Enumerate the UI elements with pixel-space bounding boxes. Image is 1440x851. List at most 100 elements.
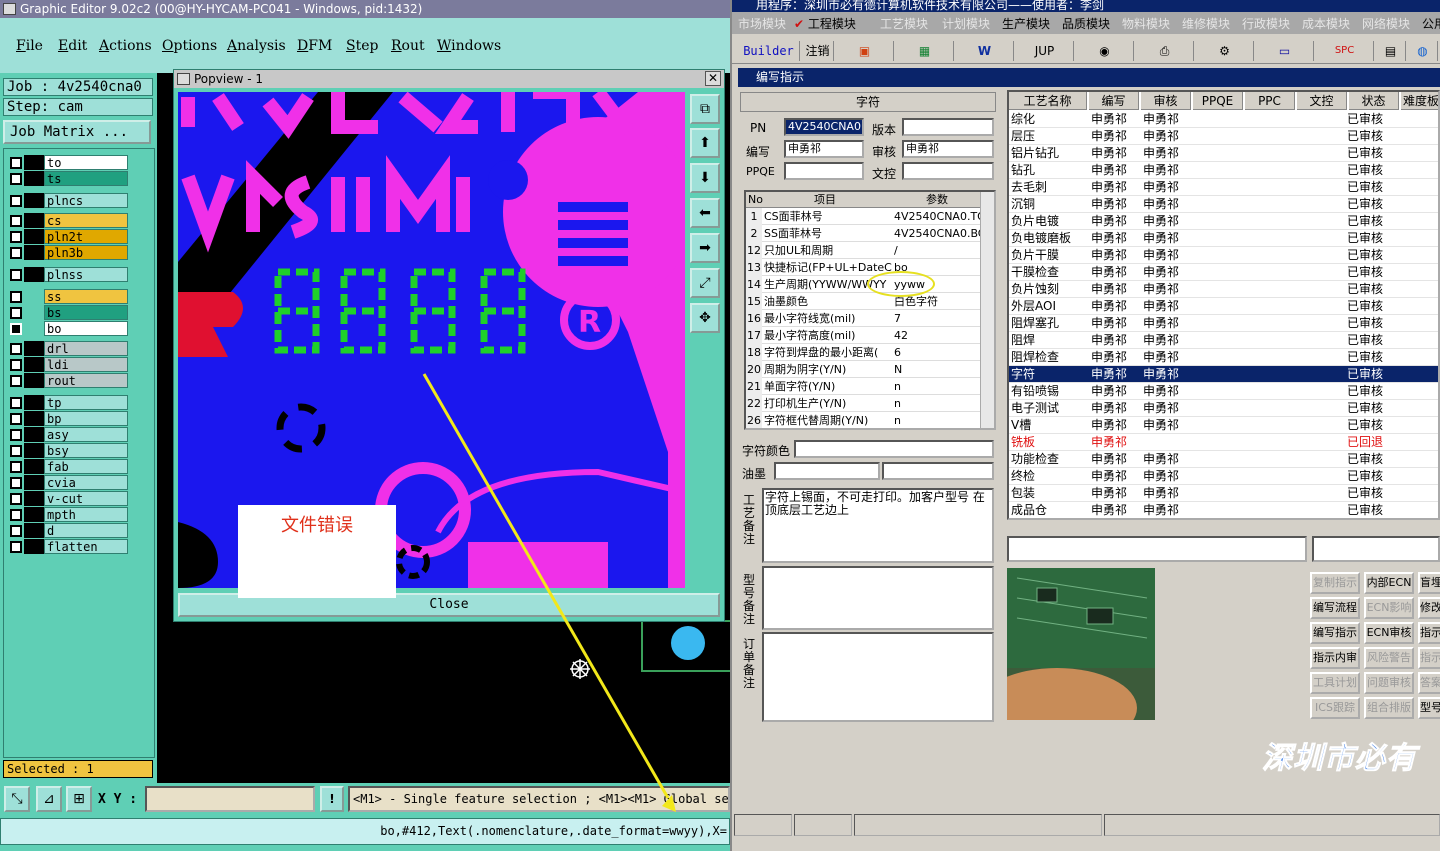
layer-checkbox[interactable] [10,157,22,169]
reviewer-field[interactable]: 申勇祁 [902,140,994,158]
layer-row-d[interactable]: d [8,523,128,538]
layer-row-rout[interactable]: rout [8,373,128,388]
layer-checkbox[interactable] [10,343,22,355]
action-button[interactable]: ICS跟踪 [1310,697,1360,719]
menu-file[interactable]: File [16,38,43,54]
zoom-home-icon[interactable]: ✥ [690,303,720,333]
eye-icon[interactable]: ◉ [1076,41,1134,61]
layer-row-v-cut[interactable]: v-cut [8,491,128,506]
step-col-header[interactable]: 状态 [1349,92,1399,110]
layer-row-bsy[interactable]: bsy [8,443,128,458]
layer-row-bo[interactable]: bo [8,321,128,336]
action-button[interactable]: ECN审核 [1364,622,1414,644]
module-common[interactable]: 公用 [1422,15,1440,32]
action-button[interactable]: 编写流程 [1310,597,1360,619]
step-row[interactable]: 成品仓 申勇祁 申勇祁 已审核 [1009,502,1438,518]
pan-left-icon[interactable]: ⬅ [690,198,720,228]
ink-field-2[interactable] [882,462,994,480]
action-button[interactable]: 复制指示 [1310,572,1360,594]
module-material[interactable]: 物料模块 [1122,15,1170,32]
action-button[interactable]: 内部ECN [1364,572,1414,594]
step-row[interactable]: 综化 申勇祁 申勇祁 已审核 [1009,111,1438,128]
item-row[interactable]: 22 打印机生产(Y/N) n [746,395,984,412]
menu-dfm[interactable]: DFM [297,38,332,54]
step-row[interactable]: 去毛刺 申勇祁 申勇祁 已审核 [1009,179,1438,196]
layer-row-bp[interactable]: bp [8,411,128,426]
action-button[interactable]: 修改 [1418,597,1440,619]
pan-down-icon[interactable]: ⬇ [690,163,720,193]
layer-checkbox[interactable] [10,477,22,489]
step-row[interactable]: 电子测试 申勇祁 申勇祁 已审核 [1009,400,1438,417]
item-table-scrollbar[interactable] [980,192,994,428]
module-quality[interactable]: 品质模块 [1062,15,1110,32]
layer-row-asy[interactable]: asy [8,427,128,442]
action-button[interactable]: 风险警告 [1364,647,1414,669]
job-matrix-button[interactable]: Job Matrix ... [3,120,151,144]
layer-checkbox[interactable] [10,375,22,387]
char-color-select[interactable] [794,440,994,458]
version-field[interactable] [902,118,994,136]
step-row[interactable]: 层压 申勇祁 申勇祁 已审核 [1009,128,1438,145]
layer-row-mpth[interactable]: mpth [8,507,128,522]
layer-row-plnss[interactable]: plnss [8,267,128,282]
process-step-table[interactable]: 工艺名称 编写 审核 PPQE PPC 文控 状态 难度板 综化 申勇祁 申勇祁 已审核 层压 申勇祁 申勇… [1007,90,1440,520]
menu-windows[interactable]: Windows [437,38,501,54]
action-button[interactable]: 指示内审 [1310,647,1360,669]
pn-field[interactable]: 4V2540CNA0 [784,118,864,136]
ppqe-field[interactable] [784,162,864,180]
action-button[interactable]: 工具计划 [1310,672,1360,694]
step-row[interactable]: 钻孔 申勇祁 申勇祁 已审核 [1009,162,1438,179]
layer-row-to[interactable]: to [8,155,128,170]
step-col-header[interactable]: 编写 [1089,92,1139,110]
layer-checkbox[interactable] [10,307,22,319]
item-row[interactable]: 1 CS面菲林号 4V2540CNA0.TO [746,208,984,225]
menu-actions[interactable]: Actions [99,38,152,54]
action-button[interactable]: 型号 [1418,697,1440,719]
layer-row-cvia[interactable]: cvia [8,475,128,490]
computer-icon[interactable]: ▭ [1256,41,1314,61]
layer-checkbox[interactable] [10,173,22,185]
logout-button[interactable]: 注销 [802,41,834,61]
xy-input[interactable] [145,786,315,812]
layer-checkbox[interactable] [10,359,22,371]
step-select-1[interactable] [1007,536,1307,562]
layer-row-pln3b[interactable]: pln3b [8,245,128,260]
module-network[interactable]: 网络模块 [1362,15,1410,32]
step-row[interactable]: 负片蚀刻 申勇祁 申勇祁 已审核 [1009,281,1438,298]
step-col-header[interactable]: 工艺名称 [1009,92,1087,110]
item-row[interactable]: 16 最小字符线宽(mil) 7 [746,310,984,327]
layer-row-cs[interactable]: cs [8,213,128,228]
action-button[interactable]: 答案 [1418,672,1440,694]
menu-rout[interactable]: Rout [391,38,425,54]
item-row[interactable]: 20 周期为阴字(Y/N) N [746,361,984,378]
item-row[interactable]: 13 快捷标记(FP+UL+DateCo bo [746,259,984,276]
layer-checkbox[interactable] [10,429,22,441]
ink-field-1[interactable] [774,462,880,480]
module-process[interactable]: 工艺模块 [880,15,928,32]
module-production[interactable]: 生产模块 [1002,15,1050,32]
zoom-diagonal-icon[interactable]: ⤡ [4,786,30,812]
order-note-field[interactable] [762,632,994,722]
step-row[interactable]: V槽 申勇祁 申勇祁 已审核 [1009,417,1438,434]
action-button[interactable]: 编写指示 [1310,622,1360,644]
word-icon[interactable]: W [956,41,1014,61]
layer-row-pln2t[interactable]: pln2t [8,229,128,244]
pan-right-icon[interactable]: ➡ [690,233,720,263]
step-row[interactable]: 负片电镀 申勇祁 申勇祁 已审核 [1009,213,1438,230]
layer-checkbox[interactable] [10,509,22,521]
layer-checkbox[interactable] [10,269,22,281]
tools-icon[interactable]: ⚙ [1196,41,1254,61]
step-row[interactable]: 功能检查 申勇祁 申勇祁 已审核 [1009,451,1438,468]
process-note-field[interactable]: 字符上锡面，不可走打印。加客户型号 在顶底层工艺边上 [762,488,994,563]
module-market[interactable]: 市场模块 [738,15,786,32]
action-button[interactable]: ECN影响 [1364,597,1414,619]
step-col-header[interactable]: PPQE [1193,92,1243,110]
popview-close-icon[interactable]: ✕ [705,71,721,86]
step-row[interactable]: 阻焊检查 申勇祁 申勇祁 已审核 [1009,349,1438,366]
step-row[interactable]: 阻焊塞孔 申勇祁 申勇祁 已审核 [1009,315,1438,332]
layer-checkbox[interactable] [10,445,22,457]
action-button[interactable]: 组合排版 [1364,697,1414,719]
step-row[interactable]: 外层AOI 申勇祁 申勇祁 已审核 [1009,298,1438,315]
step-col-header[interactable]: 难度板 [1401,92,1438,110]
zoom-window-icon[interactable]: ⧉ [690,94,720,124]
